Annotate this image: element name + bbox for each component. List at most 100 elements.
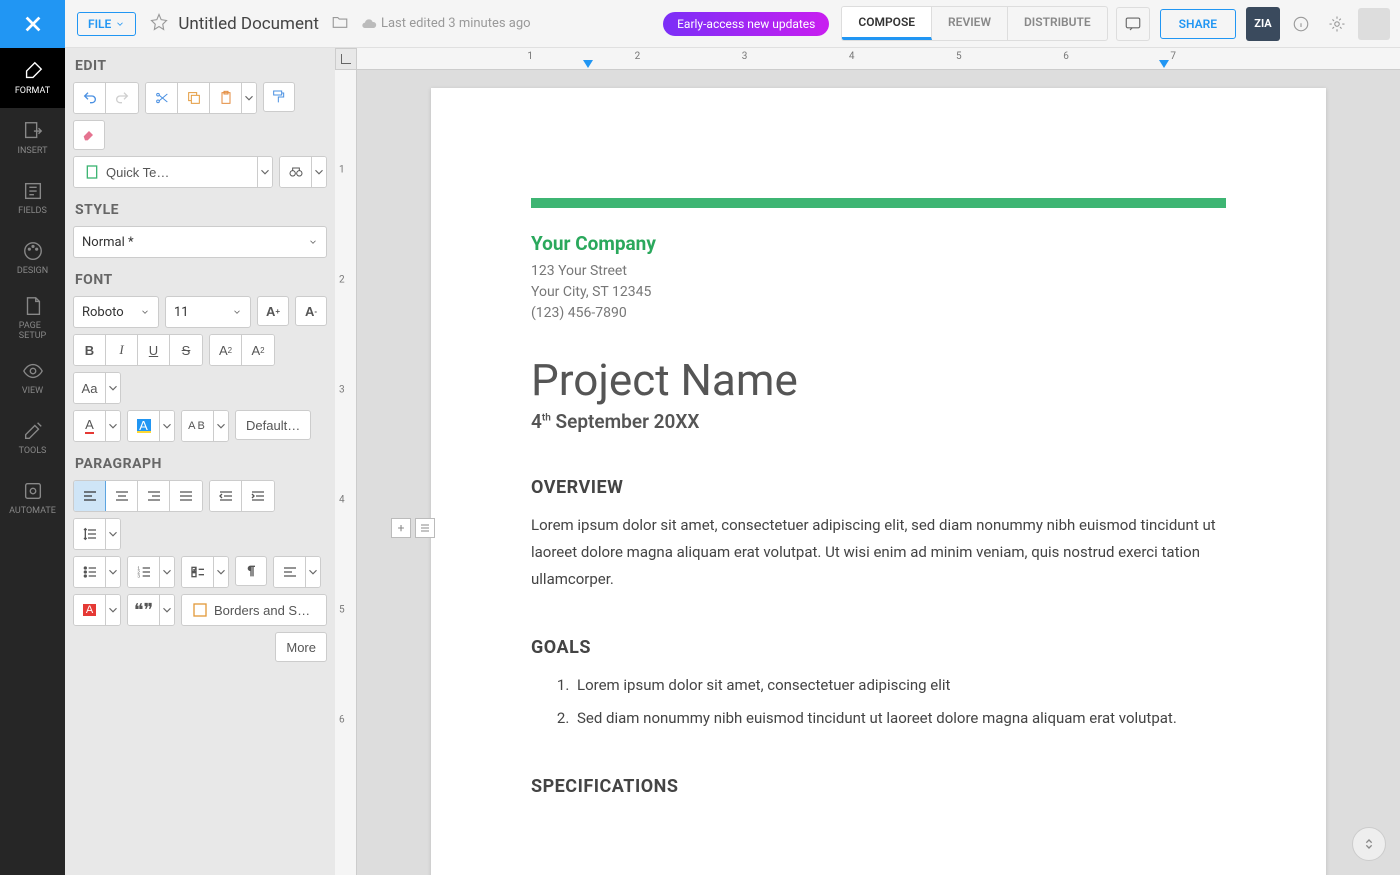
horizontal-ruler[interactable]: 1 2 3 4 5 6 7 — [357, 48, 1400, 70]
find-dropdown[interactable] — [312, 157, 326, 187]
more-button[interactable]: More — [275, 632, 327, 662]
char-spacing-dropdown[interactable] — [214, 411, 228, 441]
find-replace-button[interactable] — [280, 157, 312, 187]
text-direction-dropdown[interactable] — [306, 557, 320, 587]
rail-format[interactable]: FORMAT — [0, 48, 65, 108]
indent-decrease-button[interactable] — [210, 481, 242, 511]
phone-number[interactable]: (123) 456-7890 — [531, 303, 1226, 324]
comments-button[interactable] — [1116, 7, 1150, 41]
quick-text-button[interactable]: Quick Te… — [74, 157, 258, 187]
favorite-star-button[interactable] — [150, 13, 168, 35]
bold-button[interactable]: B — [74, 335, 106, 365]
superscript-button[interactable]: A2 — [210, 335, 242, 365]
address-line-1[interactable]: 123 Your Street — [531, 261, 1226, 282]
subscript-button[interactable]: A2 — [242, 335, 274, 365]
style-select[interactable]: Normal * — [73, 226, 327, 258]
file-menu-button[interactable]: FILE — [77, 12, 136, 36]
updates-badge[interactable]: Early-access new updates — [663, 12, 829, 36]
outline-button[interactable] — [415, 518, 435, 538]
rail-fields[interactable]: FIELDS — [0, 168, 65, 228]
align-right-button[interactable] — [138, 481, 170, 511]
quick-text-dropdown[interactable] — [258, 157, 272, 187]
ruler-right-margin-marker[interactable] — [1159, 60, 1169, 68]
align-justify-button[interactable] — [170, 481, 202, 511]
paste-dropdown[interactable] — [242, 83, 256, 113]
specifications-heading[interactable]: SPECIFICATIONS — [531, 776, 1226, 797]
ruler-corner[interactable] — [335, 48, 357, 70]
tab-distribute[interactable]: DISTRIBUTE — [1008, 7, 1107, 40]
bullet-list-button[interactable] — [74, 557, 106, 587]
cut-button[interactable] — [146, 83, 178, 113]
rail-tools[interactable]: TOOLS — [0, 408, 65, 468]
highlight-color-dropdown[interactable] — [160, 411, 174, 441]
clear-formatting-button[interactable] — [73, 120, 105, 150]
rail-automate[interactable]: AUTOMATE — [0, 468, 65, 528]
rail-insert[interactable]: INSERT — [0, 108, 65, 168]
paragraph-direction-button[interactable] — [235, 556, 267, 586]
redo-button[interactable] — [106, 83, 138, 113]
goals-list[interactable]: Lorem ipsum dolor sit amet, consectetuer… — [531, 672, 1226, 732]
undo-button[interactable] — [74, 83, 106, 113]
paste-button[interactable] — [210, 83, 242, 113]
address-line-2[interactable]: Your City, ST 12345 — [531, 282, 1226, 303]
change-case-button[interactable]: Aa — [74, 373, 106, 403]
settings-button[interactable] — [1322, 9, 1352, 39]
rail-view[interactable]: VIEW — [0, 348, 65, 408]
decrease-font-button[interactable]: A- — [295, 296, 327, 326]
bullet-list-dropdown[interactable] — [106, 557, 120, 587]
project-date[interactable]: 4th September 20XX — [531, 410, 1226, 433]
borders-shading-button[interactable]: Borders and S… — [182, 595, 326, 625]
zia-assistant-button[interactable]: ZIA — [1246, 7, 1280, 41]
increase-font-button[interactable]: A+ — [257, 296, 289, 326]
ruler-left-margin-marker[interactable] — [583, 60, 593, 68]
rail-page-setup[interactable]: PAGESETUP — [0, 288, 65, 348]
page[interactable]: + Your Company 123 Your Street Your City… — [431, 88, 1326, 875]
project-title[interactable]: Project Name — [531, 354, 1226, 406]
user-avatar[interactable] — [1358, 8, 1390, 40]
quote-button[interactable]: ❝❞ — [128, 595, 160, 625]
font-color-button[interactable]: A — [74, 411, 106, 441]
add-section-button[interactable]: + — [391, 518, 411, 538]
indent-increase-button[interactable] — [242, 481, 274, 511]
vertical-ruler[interactable]: 1 2 3 4 5 6 — [335, 70, 357, 875]
quote-dropdown[interactable] — [160, 595, 174, 625]
app-logo[interactable] — [0, 0, 65, 48]
share-button[interactable]: SHARE — [1160, 9, 1236, 39]
change-case-dropdown[interactable] — [106, 373, 120, 403]
highlight-color-button[interactable]: A — [128, 411, 160, 441]
format-painter-button[interactable] — [263, 82, 295, 112]
tab-compose[interactable]: COMPOSE — [842, 7, 932, 40]
checklist-dropdown[interactable] — [214, 557, 228, 587]
font-color-dropdown[interactable] — [106, 411, 120, 441]
font-size-select[interactable]: 11 — [165, 296, 251, 328]
checklist-button[interactable] — [182, 557, 214, 587]
underline-button[interactable]: U — [138, 335, 170, 365]
font-family-select[interactable]: Roboto — [73, 296, 159, 328]
tab-review[interactable]: REVIEW — [932, 7, 1008, 40]
overview-heading[interactable]: OVERVIEW — [531, 477, 1226, 498]
italic-button[interactable]: I — [106, 335, 138, 365]
folder-button[interactable] — [331, 13, 349, 35]
char-spacing-button[interactable]: AB — [182, 411, 214, 441]
document-title[interactable]: Untitled Document — [178, 14, 319, 34]
scroll-control-button[interactable] — [1352, 827, 1386, 861]
strikethrough-button[interactable]: S — [170, 335, 202, 365]
align-center-button[interactable] — [106, 481, 138, 511]
shading-dropdown[interactable] — [106, 595, 120, 625]
default-font-button[interactable]: Default… — [235, 410, 311, 440]
overview-body[interactable]: Lorem ipsum dolor sit amet, consectetuer… — [531, 512, 1226, 593]
number-list-button[interactable]: 123 — [128, 557, 160, 587]
goal-item[interactable]: Lorem ipsum dolor sit amet, consectetuer… — [573, 672, 1226, 699]
text-direction-button[interactable] — [274, 557, 306, 587]
line-spacing-button[interactable] — [74, 519, 106, 549]
align-left-button[interactable] — [74, 481, 106, 511]
company-name[interactable]: Your Company — [531, 232, 1226, 255]
goal-item[interactable]: Sed diam nonummy nibh euismod tincidunt … — [573, 705, 1226, 732]
rail-design[interactable]: DESIGN — [0, 228, 65, 288]
shading-button[interactable]: A — [74, 595, 106, 625]
goals-heading[interactable]: GOALS — [531, 637, 1226, 658]
copy-button[interactable] — [178, 83, 210, 113]
number-list-dropdown[interactable] — [160, 557, 174, 587]
document-canvas[interactable]: + Your Company 123 Your Street Your City… — [335, 48, 1400, 875]
info-button[interactable] — [1286, 9, 1316, 39]
